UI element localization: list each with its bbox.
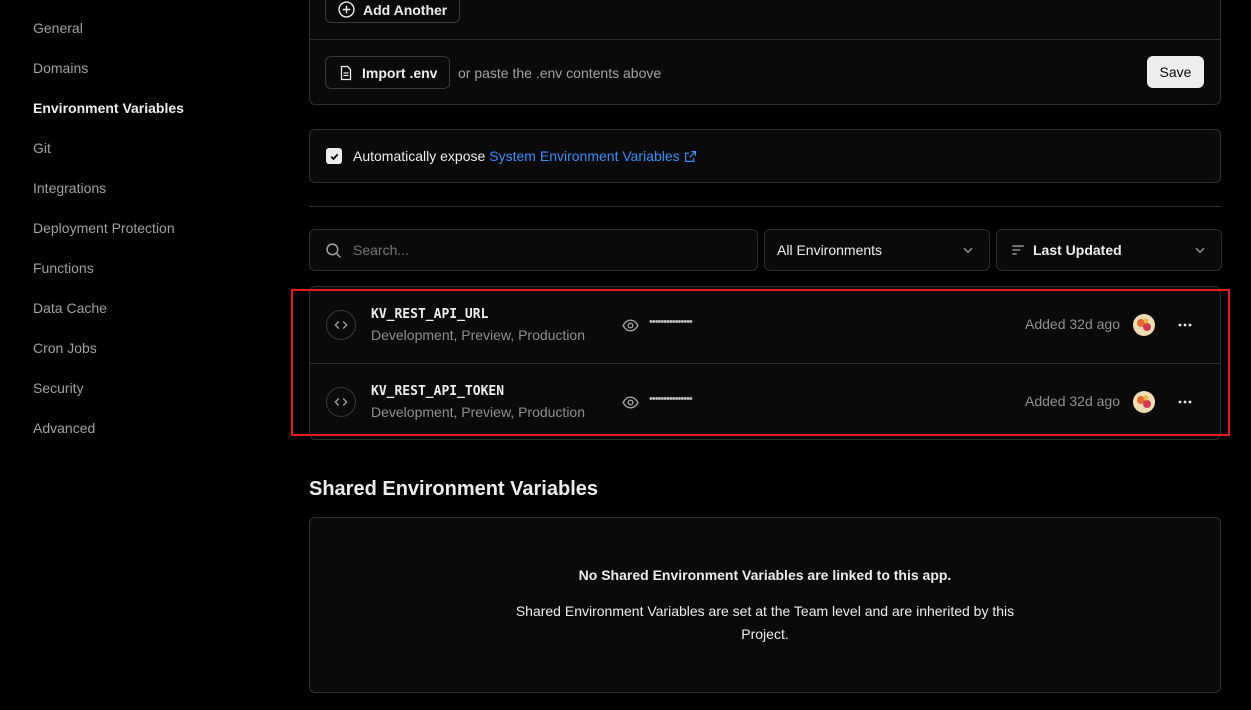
import-env-button[interactable]: Import .env (325, 56, 451, 89)
eye-icon[interactable] (622, 394, 639, 411)
sidebar-item-data-cache[interactable]: Data Cache (33, 298, 107, 318)
sidebar-item-git[interactable]: Git (33, 138, 51, 158)
sidebar-item-cron-jobs[interactable]: Cron Jobs (33, 338, 97, 358)
shared-section-title: Shared Environment Variables (309, 478, 598, 500)
avatar (1133, 391, 1155, 413)
sidebar-item-deployment-protection[interactable]: Deployment Protection (33, 218, 175, 238)
sidebar-item-integrations[interactable]: Integrations (33, 178, 106, 198)
save-button[interactable]: Save (1147, 56, 1204, 88)
add-another-button[interactable]: Add Another (325, 0, 461, 23)
more-options-icon[interactable] (1177, 394, 1193, 410)
more-options-icon[interactable] (1177, 317, 1193, 333)
sidebar-item-functions[interactable]: Functions (33, 258, 94, 278)
code-icon (326, 310, 356, 340)
auto-expose-checkbox[interactable] (326, 148, 342, 164)
masked-value: ••••••••••••••• (649, 316, 693, 328)
added-time: Added 32d ago (1025, 393, 1120, 409)
file-icon (340, 65, 352, 80)
import-env-label: Import .env (362, 64, 438, 81)
variable-name: KV_REST_API_URL (371, 307, 489, 322)
search-input[interactable] (353, 242, 733, 258)
add-another-label: Add Another (363, 1, 448, 18)
environment-select-value: All Environments (777, 242, 883, 258)
added-time: Added 32d ago (1025, 316, 1120, 332)
eye-icon[interactable] (622, 317, 639, 334)
sort-select-value: Last Updated (1033, 242, 1122, 258)
auto-expose-text: Automatically expose System Environment … (353, 148, 697, 164)
plus-circle-icon (338, 1, 355, 18)
variable-name: KV_REST_API_TOKEN (371, 384, 505, 399)
settings-sidebar: General Domains Environment Variables Gi… (0, 0, 290, 710)
chevron-down-icon (1195, 247, 1205, 254)
check-icon (330, 153, 338, 160)
sidebar-item-security[interactable]: Security (33, 378, 84, 398)
variable-environments: Development, Preview, Production (371, 327, 585, 343)
sort-select[interactable]: Last Updated (996, 229, 1222, 271)
section-divider (309, 206, 1221, 207)
env-variable-row[interactable]: KV_REST_API_URL Development, Preview, Pr… (309, 287, 1221, 364)
search-field[interactable] (309, 229, 758, 271)
shared-empty-title: No Shared Environment Variables are link… (578, 567, 952, 583)
sidebar-item-environment-variables[interactable]: Environment Variables (33, 98, 184, 118)
auto-expose-label: Automatically expose (353, 148, 486, 164)
env-variable-row[interactable]: KV_REST_API_TOKEN Development, Preview, … (309, 364, 1221, 441)
code-icon (326, 387, 356, 417)
sidebar-item-general[interactable]: General (33, 18, 83, 38)
shared-empty-description: Shared Environment Variables are set at … (515, 603, 1015, 642)
external-link-icon[interactable] (684, 150, 697, 163)
search-icon (326, 242, 341, 258)
sidebar-item-advanced[interactable]: Advanced (33, 418, 95, 438)
masked-value: ••••••••••••••• (649, 393, 693, 405)
form-divider (310, 39, 1220, 40)
chevron-down-icon (963, 247, 973, 254)
avatar (1133, 314, 1155, 336)
sidebar-item-domains[interactable]: Domains (33, 58, 88, 78)
environment-select[interactable]: All Environments (764, 229, 990, 271)
system-env-vars-link[interactable]: System Environment Variables (489, 148, 679, 164)
sort-lines-icon (1012, 245, 1024, 255)
variable-environments: Development, Preview, Production (371, 404, 585, 420)
import-hint: or paste the .env contents above (458, 65, 662, 81)
